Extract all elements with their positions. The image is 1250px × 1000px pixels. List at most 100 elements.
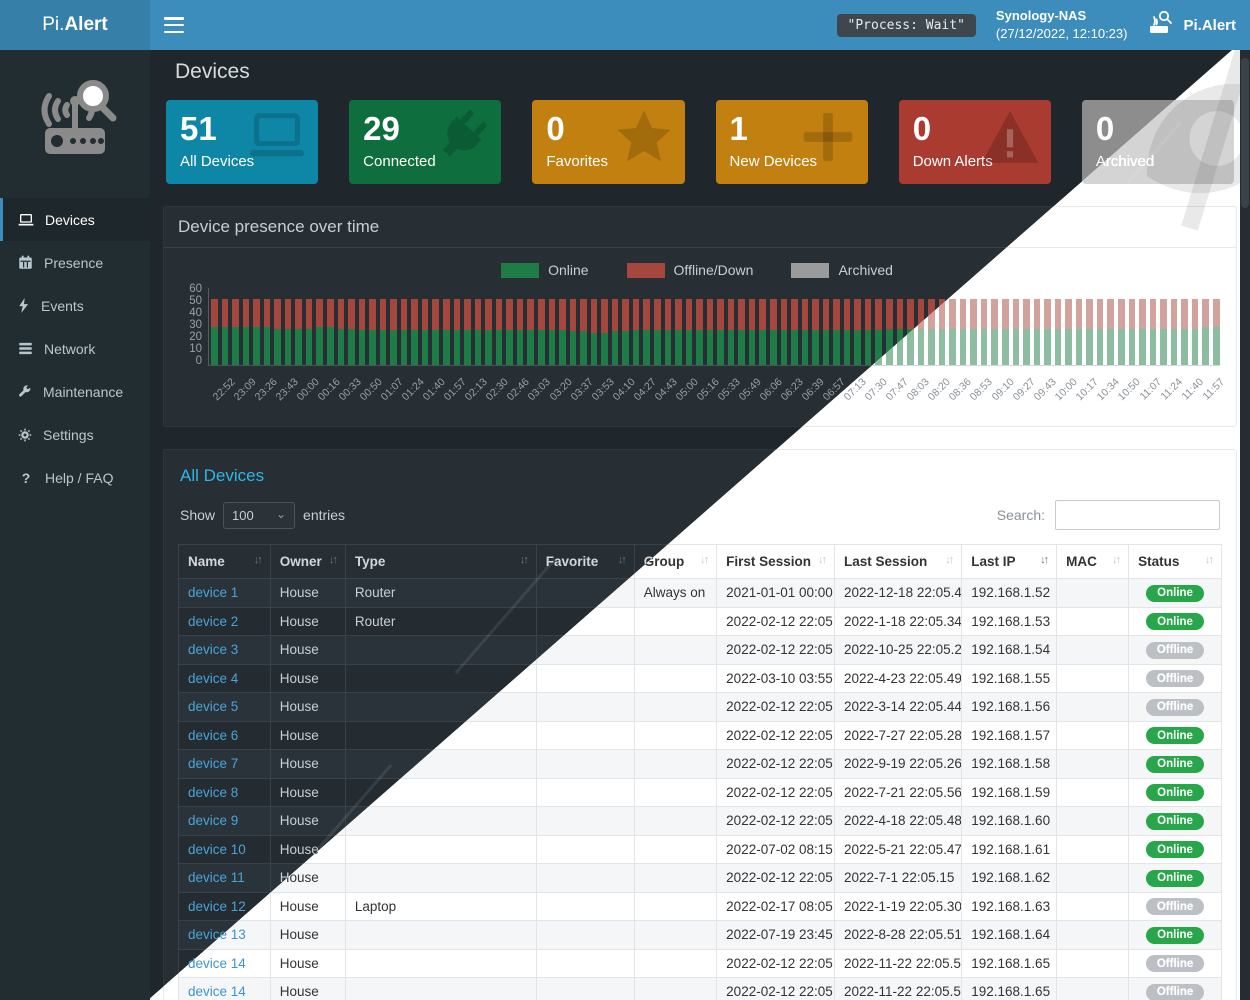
chart-bar <box>1023 299 1030 365</box>
chart-bar <box>1181 299 1188 365</box>
device-link[interactable]: device 5 <box>188 699 238 714</box>
status-badge: Online <box>1146 813 1204 830</box>
star-icon <box>613 108 675 171</box>
chart-bar <box>422 299 429 365</box>
column-header[interactable]: Last IP↓↑ <box>962 545 1057 579</box>
chart-bar <box>865 299 872 365</box>
sidebar-item-help[interactable]: ? Help / FAQ <box>0 456 150 499</box>
device-link[interactable]: device 8 <box>188 785 238 800</box>
sidebar-item-presence[interactable]: Presence <box>0 241 150 284</box>
column-header[interactable]: Favorite↓↑ <box>536 545 634 579</box>
card-all-devices[interactable]: 51 All Devices <box>166 100 318 184</box>
scrollbar-thumb[interactable] <box>1241 58 1249 208</box>
device-link[interactable]: device 2 <box>188 614 238 629</box>
chart-bar <box>622 299 629 365</box>
sidebar-item-settings[interactable]: Settings <box>0 413 150 456</box>
sidebar-item-network[interactable]: Network <box>0 327 150 370</box>
device-link[interactable]: device 10 <box>188 842 246 857</box>
chart-bar <box>485 299 492 365</box>
chart-bar <box>401 299 408 365</box>
chart-bar <box>738 299 745 365</box>
search-input[interactable] <box>1055 500 1220 530</box>
device-link[interactable]: device 3 <box>188 642 238 657</box>
gear-icon <box>18 428 32 442</box>
device-link[interactable]: device 1 <box>188 585 238 600</box>
card-new-devices[interactable]: 1 New Devices <box>716 100 868 184</box>
column-header[interactable]: Owner↓↑ <box>270 545 345 579</box>
sidebar-item-maintenance[interactable]: Maintenance <box>0 370 150 413</box>
page-length-select[interactable]: 100 ⌄ <box>223 502 295 529</box>
device-link[interactable]: device 4 <box>188 671 238 686</box>
chart-bar <box>802 299 809 365</box>
chart-bar <box>812 299 819 365</box>
chart-bar <box>728 299 735 365</box>
plus-icon <box>798 108 858 171</box>
chart-bar <box>1129 299 1136 365</box>
chart-bar <box>875 299 882 365</box>
chart-bar <box>338 299 345 365</box>
device-link[interactable]: device 12 <box>188 899 246 914</box>
card-favorites[interactable]: 0 Favorites <box>532 100 684 184</box>
chart-bar <box>390 299 397 365</box>
chart-bar <box>285 299 292 365</box>
device-link[interactable]: device 9 <box>188 813 238 828</box>
app-badge[interactable]: Pi.Alert <box>1147 10 1236 40</box>
sort-icon: ↓↑ <box>700 554 707 566</box>
column-header[interactable]: Last Session↓↑ <box>835 545 962 579</box>
chart-bar <box>496 299 503 365</box>
table-row: device 14 House 2022-02-12 22:05 2022-11… <box>179 978 1222 1000</box>
status-badge: Online <box>1146 841 1204 858</box>
status-badge: Online <box>1146 613 1204 630</box>
chart-bar <box>675 299 682 365</box>
plug-icon <box>431 108 491 171</box>
card-connected[interactable]: 29 Connected <box>349 100 501 184</box>
chart-bar <box>823 299 830 365</box>
hamburger-icon[interactable] <box>164 17 184 33</box>
vertical-scrollbar[interactable] <box>1240 50 1250 1000</box>
network-bars-icon <box>18 342 33 355</box>
laptop-icon <box>18 213 34 227</box>
device-link[interactable]: device 7 <box>188 756 238 771</box>
online-swatch <box>501 263 539 278</box>
chart-bar <box>1044 299 1051 365</box>
device-link[interactable]: device 14 <box>188 984 246 999</box>
column-header[interactable]: MAC↓↑ <box>1057 545 1129 579</box>
table-row: device 14 House 2022-02-12 22:05 2022-11… <box>179 949 1222 978</box>
warning-icon <box>979 108 1041 171</box>
sidebar-item-events[interactable]: Events <box>0 284 150 327</box>
top-bar: Pi.Alert "Process: Wait" Synology-NAS (2… <box>0 0 1250 50</box>
chart-bar <box>243 299 250 365</box>
host-name: Synology-NAS <box>996 7 1128 25</box>
y-tick-label: 0 <box>174 356 202 368</box>
chart-bar <box>781 299 788 365</box>
device-link[interactable]: device 11 <box>188 870 245 885</box>
column-header[interactable]: Name↓↑ <box>179 545 271 579</box>
chart-bar <box>633 299 640 365</box>
chart-bar <box>464 299 471 365</box>
app-name: Pi.Alert <box>1183 17 1236 34</box>
sidebar-item-devices[interactable]: Devices <box>0 198 150 241</box>
device-link[interactable]: device 6 <box>188 728 238 743</box>
y-axis: 6050403020100 <box>174 288 208 372</box>
brand-logo[interactable]: Pi.Alert <box>0 0 150 50</box>
column-header[interactable]: First Session↓↑ <box>717 545 835 579</box>
y-tick-label: 20 <box>174 332 202 344</box>
sort-icon: ↓↑ <box>618 554 625 566</box>
chart-bar <box>717 299 724 365</box>
column-header[interactable]: Status↓↑ <box>1129 545 1222 579</box>
status-badge: Online <box>1146 756 1204 773</box>
status-badge: Online <box>1146 585 1204 602</box>
chart-bar <box>1118 299 1125 365</box>
sort-icon: ↓↑ <box>945 554 952 566</box>
process-status-badge: "Process: Wait" <box>837 14 976 37</box>
chart-bar <box>791 299 798 365</box>
search-label: Search: <box>997 507 1045 523</box>
card-down-alerts[interactable]: 0 Down Alerts <box>899 100 1051 184</box>
column-header[interactable]: Type↓↑ <box>345 545 536 579</box>
device-link[interactable]: device 14 <box>188 956 246 971</box>
chart-bar <box>559 299 566 365</box>
chart-bar <box>432 299 439 365</box>
sort-icon: ↓↑ <box>520 554 527 566</box>
chart-bar <box>612 299 619 365</box>
chart-bar <box>538 299 545 365</box>
